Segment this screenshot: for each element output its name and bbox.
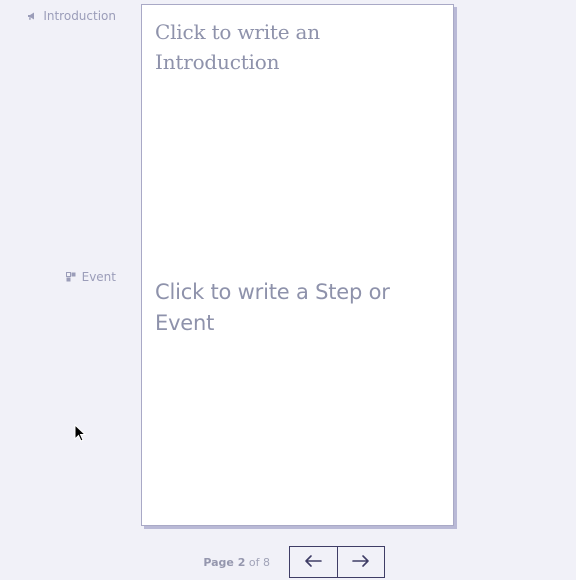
arrow-left-icon	[303, 554, 323, 571]
current-page: 2	[237, 556, 246, 569]
section-label-event: Event	[65, 270, 116, 284]
page-nav	[289, 546, 385, 578]
pagination: Page 2 of 8	[0, 546, 576, 578]
arrow-right-icon	[351, 554, 371, 571]
story-page: Click to write an Introduction Click to …	[141, 4, 454, 526]
section-label-introduction: Introduction	[27, 9, 116, 23]
previous-page-button[interactable]	[290, 547, 337, 577]
megaphone-icon	[27, 11, 37, 21]
mouse-pointer-icon	[74, 423, 87, 442]
page-word: Page	[203, 556, 234, 569]
section-label-text: Event	[81, 270, 116, 284]
page-indicator: Page 2 of 8	[203, 556, 270, 569]
total-pages: 8	[263, 556, 270, 569]
event-placeholder[interactable]: Click to write a Step or Event	[155, 277, 439, 339]
of-word: of	[248, 556, 260, 569]
section-label-text: Introduction	[43, 9, 116, 23]
event-icon	[65, 272, 76, 282]
introduction-placeholder[interactable]: Click to write an Introduction	[155, 17, 439, 77]
next-page-button[interactable]	[336, 547, 385, 577]
